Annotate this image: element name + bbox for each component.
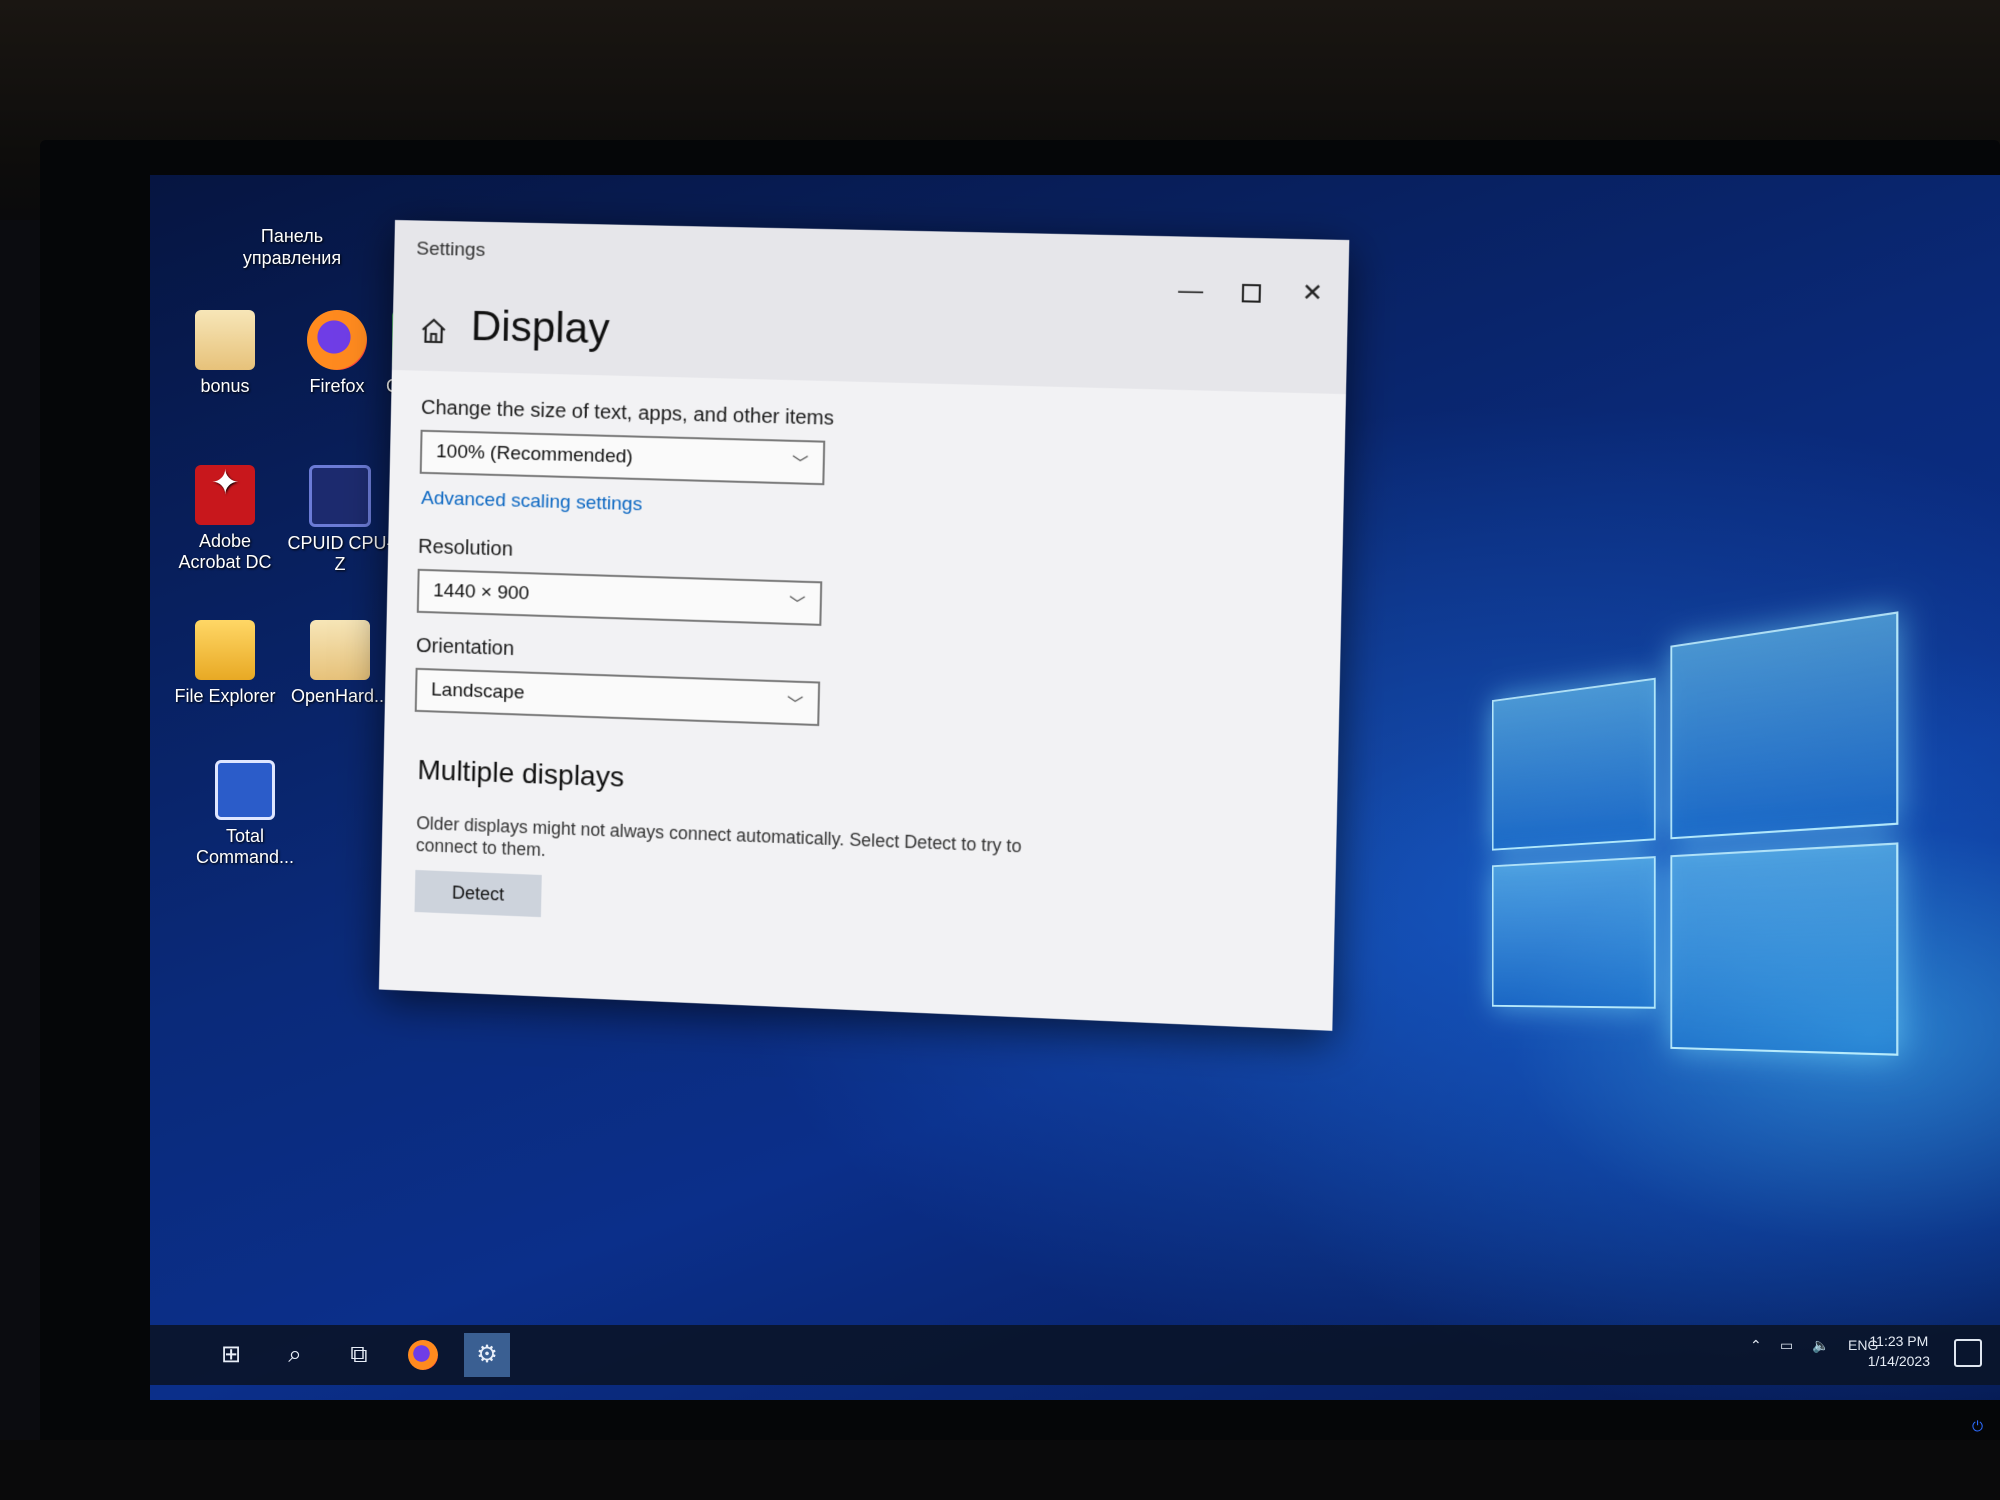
maximize-icon: [1242, 284, 1261, 303]
scale-dropdown[interactable]: 100% (Recommended) ﹀: [420, 430, 826, 485]
network-icon[interactable]: ▭: [1780, 1337, 1793, 1354]
chevron-up-icon[interactable]: ⌃: [1750, 1337, 1762, 1354]
clock-time: 11:23 PM: [1868, 1331, 1930, 1351]
notification-icon[interactable]: [1954, 1339, 1982, 1367]
chevron-down-icon: ﹀: [789, 590, 806, 615]
close-button[interactable]: ✕: [1293, 278, 1332, 310]
folder-icon: [310, 620, 370, 680]
multiple-displays-title: Multiple displays: [417, 754, 1306, 819]
file-explorer-icon: [195, 620, 255, 680]
volume-icon[interactable]: 🔈: [1812, 1337, 1829, 1354]
orientation-value: Landscape: [431, 679, 525, 704]
search-icon[interactable]: ⌕: [272, 1333, 318, 1377]
firefox-taskbar-icon[interactable]: [400, 1333, 446, 1377]
title-bar[interactable]: Settings — ✕ Display: [392, 220, 1349, 394]
floppy-icon: [215, 760, 275, 820]
taskbar: ⊞ ⌕ ⧉ ⚙ ⌃ ▭ 🔈 ENG 11:23 PM 1/14/2023: [150, 1325, 2000, 1385]
desktop-icon-bonus[interactable]: bonus: [170, 310, 280, 397]
settings-gear-icon[interactable]: ⚙: [464, 1333, 510, 1377]
settings-window: Settings — ✕ Display Change the size of …: [379, 220, 1349, 1031]
clock[interactable]: 11:23 PM 1/14/2023: [1868, 1331, 1930, 1371]
detect-button[interactable]: Detect: [415, 870, 542, 917]
control-panel-label[interactable]: Панель управления: [227, 225, 357, 269]
orientation-dropdown[interactable]: Landscape ﹀: [415, 668, 820, 726]
display-settings-content: Change the size of text, apps, and other…: [380, 370, 1346, 968]
resolution-value: 1440 × 900: [433, 580, 529, 605]
page-title: Display: [470, 302, 610, 354]
multiple-displays-description: Older displays might not always connect …: [416, 812, 1048, 881]
advanced-scaling-link[interactable]: Advanced scaling settings: [421, 488, 1312, 536]
maximize-button[interactable]: [1232, 277, 1270, 309]
home-icon[interactable]: [418, 316, 449, 347]
chevron-down-icon: ﹀: [792, 450, 809, 475]
windows-logo-wallpaper: [1492, 612, 1894, 1073]
resolution-dropdown[interactable]: 1440 × 900 ﹀: [417, 569, 823, 626]
scale-value: 100% (Recommended): [436, 441, 633, 469]
start-icon[interactable]: ⊞: [208, 1333, 254, 1377]
firefox-icon: [307, 310, 367, 370]
clock-date: 1/14/2023: [1868, 1351, 1930, 1371]
desktop-icon-acrobat[interactable]: Adobe Acrobat DC: [170, 465, 280, 573]
app-name: Settings: [416, 238, 485, 262]
task-view-icon[interactable]: ⧉: [336, 1333, 382, 1377]
chevron-down-icon: ﹀: [787, 691, 804, 716]
desktop-icon-file-explorer[interactable]: File Explorer: [170, 620, 280, 707]
folder-icon: [195, 310, 255, 370]
desktop-icon-openhardware[interactable]: OpenHard...: [285, 620, 395, 707]
minimize-button[interactable]: —: [1172, 275, 1210, 307]
monitor-bottom-edge: [0, 1440, 2000, 1500]
cpuz-icon: [309, 465, 371, 527]
desktop-icon-total-commander[interactable]: Total Command...: [190, 760, 300, 868]
power-led-icon: ⏻: [1972, 1418, 1983, 1435]
acrobat-icon: [195, 465, 255, 525]
